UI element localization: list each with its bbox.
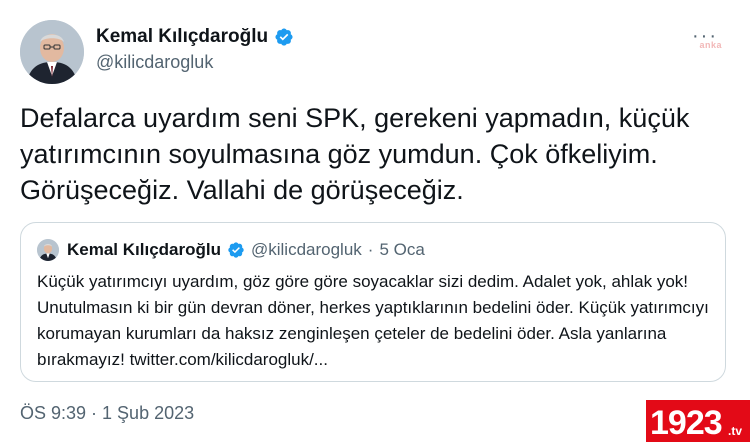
- anka-watermark: anka: [699, 40, 722, 50]
- author-handle[interactable]: @kilicdarogluk: [96, 52, 213, 73]
- verified-badge-icon: [274, 27, 294, 47]
- author-avatar[interactable]: [20, 20, 84, 84]
- quoted-author-name: Kemal Kılıçdaroğlu: [67, 240, 221, 259]
- quoted-tweet-header: Kemal Kılıçdaroğlu @kilicdarogluk · 5 Oc…: [37, 239, 425, 261]
- tweet-text: Defalarca uyardım seni SPK, gerekeni yap…: [20, 103, 690, 205]
- tweet-timestamp[interactable]: ÖS 9:39 · 1 Şub 2023: [20, 403, 194, 424]
- quoted-author-handle: @kilicdarogluk: [250, 240, 362, 259]
- quoted-verified-badge-icon: [227, 241, 245, 259]
- quoted-author-avatar: [37, 239, 59, 261]
- 1923-tv-logo: 1923 .tv: [646, 400, 750, 442]
- author-name-row[interactable]: Kemal Kılıçdaroğlu: [96, 26, 294, 48]
- quoted-separator: ·: [367, 240, 374, 259]
- quoted-tweet-text: Küçük yatırımcıyı uyardım, göz göre göre…: [37, 272, 709, 369]
- tweet-card: Kemal Kılıçdaroğlu @kilicdarogluk ··· an…: [0, 0, 752, 444]
- author-display-name[interactable]: Kemal Kılıçdaroğlu: [96, 26, 268, 48]
- svg-text:1923: 1923: [650, 404, 722, 440]
- quoted-date: 5 Oca: [379, 240, 425, 259]
- quoted-tweet[interactable]: Kemal Kılıçdaroğlu @kilicdarogluk · 5 Oc…: [20, 222, 726, 382]
- svg-text:.tv: .tv: [728, 424, 742, 438]
